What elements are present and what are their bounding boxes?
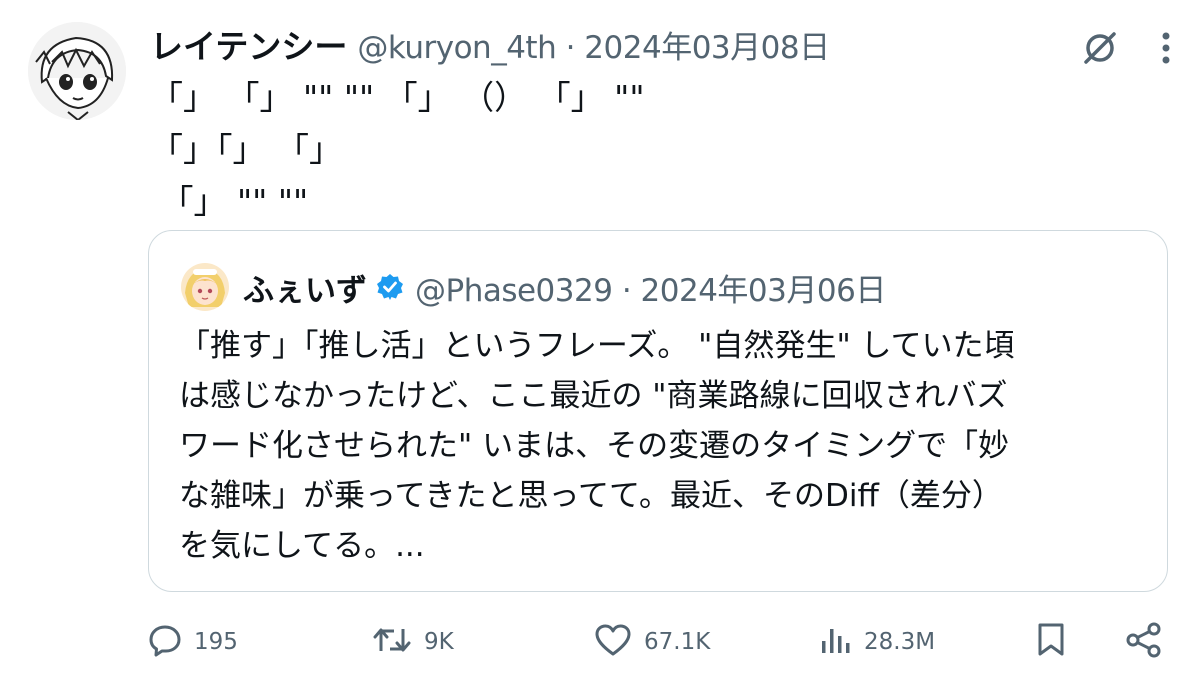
- tweet-action-bar: 195 9K 67.1K 28.3M: [0, 612, 1200, 672]
- tweet-text-line: 「」 "" "": [150, 182, 309, 221]
- quoted-text-line: な雑味」が乗ってきたと思ってて。最近、そのDiff（差分）: [179, 478, 1003, 514]
- quoted-author-handle[interactable]: @Phase0329: [415, 273, 613, 309]
- share-icon: [1124, 621, 1164, 663]
- quoted-tweet-text: 「推す」「推し活」というフレーズ。 "自然発生" していた頃 は感じなかったけど…: [179, 321, 1149, 571]
- reply-button[interactable]: 195: [148, 612, 238, 672]
- repost-button[interactable]: 9K: [372, 612, 454, 672]
- quoted-tweet-date[interactable]: 2024年03月06日: [641, 273, 887, 309]
- like-button[interactable]: 67.1K: [594, 612, 710, 672]
- author-handle[interactable]: @kuryon_4th: [357, 30, 556, 66]
- quoted-text-line: を気にしてる。...: [179, 528, 425, 564]
- quoted-tweet-card[interactable]: ふぇいず @Phase0329 · 2024年03月06日 「推す」「推し活」と…: [148, 230, 1168, 592]
- tweet-header: レイテンシー @kuryon_4th · 2024年03月08日: [150, 20, 830, 68]
- quoted-text-line: ワード化させられた" いまは、その変遷のタイミングで「妙: [179, 428, 1010, 464]
- author-avatar[interactable]: [28, 22, 126, 120]
- quoted-text-line: 「推す」「推し活」というフレーズ。 "自然発生" していた頃: [179, 328, 1015, 364]
- views-icon: [818, 623, 852, 661]
- quoted-meta-separator: ·: [612, 272, 641, 309]
- meta-separator: ·: [556, 29, 585, 66]
- repost-icon: [372, 623, 412, 661]
- tweet-text-line: 「」「」 「」: [150, 130, 342, 169]
- like-icon: [594, 623, 632, 661]
- more-icon[interactable]: [1160, 30, 1172, 66]
- repost-count: 9K: [424, 629, 454, 655]
- verified-badge-icon: [375, 272, 405, 302]
- bookmark-button[interactable]: [1034, 612, 1068, 672]
- author-meta: @kuryon_4th · 2024年03月08日: [357, 22, 830, 67]
- tweet-text: 「」 「」 "" "" 「」 （） 「」 "" 「」「」 「」 「」 "" "": [150, 72, 645, 228]
- views-count: 28.3M: [864, 629, 936, 655]
- reply-icon: [148, 623, 182, 661]
- quoted-author-display-name[interactable]: ふぇいず: [243, 265, 367, 310]
- reply-count: 195: [194, 629, 238, 655]
- quoted-author-meta: @Phase0329 · 2024年03月06日: [415, 265, 886, 310]
- author-display-name[interactable]: レイテンシー: [150, 20, 347, 68]
- tweet-top-actions: [1080, 28, 1172, 68]
- quoted-tweet-header: ふぇいず @Phase0329 · 2024年03月06日: [181, 261, 886, 313]
- tweet-date[interactable]: 2024年03月08日: [584, 30, 830, 66]
- like-count: 67.1K: [644, 629, 711, 655]
- views-button[interactable]: 28.3M: [818, 612, 935, 672]
- share-button[interactable]: [1124, 612, 1164, 672]
- quoted-text-line: は感じなかったけど、ここ最近の "商業路線に回収されバズ: [179, 378, 1008, 414]
- bookmark-icon: [1034, 622, 1068, 662]
- quoted-author-avatar[interactable]: [181, 263, 229, 311]
- tweet-text-line: 「」 「」 "" "" 「」 （） 「」 "": [150, 78, 645, 117]
- grok-icon[interactable]: [1080, 28, 1120, 68]
